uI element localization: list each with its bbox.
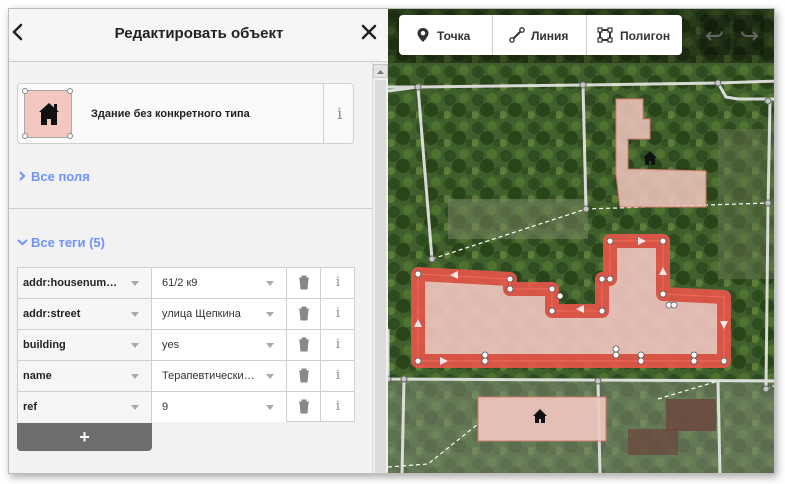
combo-caret-icon[interactable] — [131, 281, 139, 286]
add-point-button[interactable]: Точка — [399, 15, 492, 55]
add-feature-group: Точка Линия Полигон — [399, 15, 682, 55]
house-icon — [39, 103, 59, 125]
preset-icon — [22, 88, 73, 139]
delete-tag-button[interactable] — [287, 392, 321, 422]
map-toolbar: Точка Линия Полигон — [388, 9, 774, 63]
polygon-icon — [597, 27, 613, 43]
delete-tag-button[interactable] — [287, 268, 321, 298]
add-area-label: Полигон — [620, 29, 671, 43]
combo-caret-icon[interactable] — [131, 343, 139, 348]
trash-icon — [299, 306, 309, 321]
tag-value-field[interactable]: улица Щепкина — [152, 299, 287, 329]
redo-button[interactable] — [734, 15, 764, 55]
trash-icon — [299, 337, 309, 352]
tag-info-button[interactable]: i — [321, 330, 355, 360]
add-point-label: Точка — [437, 29, 471, 43]
tag-row: name Терапевтически… i — [17, 360, 355, 391]
trash-icon — [299, 275, 309, 290]
tag-row: addr:housenum… 61/2 к9 i — [17, 267, 355, 298]
undo-icon — [705, 31, 723, 41]
close-button[interactable] — [358, 21, 380, 43]
delete-tag-button[interactable] — [287, 361, 321, 391]
combo-caret-icon[interactable] — [266, 281, 274, 286]
tag-row: building yes i — [17, 329, 355, 360]
combo-caret-icon[interactable] — [131, 405, 139, 410]
tag-key-field[interactable]: addr:street — [18, 299, 152, 329]
triangle-up-icon — [377, 70, 384, 74]
header-divider — [9, 61, 389, 62]
tag-key-field[interactable]: addr:housenum… — [18, 268, 152, 298]
tag-key-field[interactable]: ref — [18, 392, 152, 422]
combo-caret-icon[interactable] — [131, 312, 139, 317]
tag-info-button[interactable]: i — [321, 392, 355, 422]
redo-icon — [741, 31, 759, 41]
line-icon — [509, 27, 525, 43]
combo-caret-icon[interactable] — [266, 343, 274, 348]
page-title: Редактировать объект — [114, 25, 284, 42]
map-canvas[interactable]: Точка Линия Полигон — [388, 9, 774, 473]
inspector-header: Редактировать объект — [9, 9, 389, 59]
combo-caret-icon[interactable] — [266, 374, 274, 379]
preset-name: Здание без конкретного типа — [91, 108, 250, 120]
add-line-button[interactable]: Линия — [493, 15, 586, 55]
preset-info-button[interactable]: i — [323, 84, 355, 143]
scroll-thumb[interactable] — [375, 80, 386, 473]
tag-row: ref 9 i — [17, 391, 355, 422]
scroll-up-button[interactable] — [373, 64, 388, 78]
delete-tag-button[interactable] — [287, 299, 321, 329]
all-fields-toggle[interactable]: Все поля — [17, 169, 90, 184]
all-tags-label: Все теги (5) — [31, 235, 105, 250]
tag-key-field[interactable]: building — [18, 330, 152, 360]
combo-caret-icon[interactable] — [266, 312, 274, 317]
tag-value-field[interactable]: 9 — [152, 392, 287, 422]
tag-key-field[interactable]: name — [18, 361, 152, 391]
add-line-label: Линия — [531, 29, 569, 43]
trash-icon — [299, 399, 309, 414]
delete-tag-button[interactable] — [287, 330, 321, 360]
tag-editor: addr:housenum… 61/2 к9 i addr:street ули… — [17, 267, 355, 422]
tag-info-button[interactable]: i — [321, 361, 355, 391]
chevron-right-icon — [17, 169, 31, 184]
satellite-imagery — [388, 9, 774, 473]
sidebar-scrollbar[interactable] — [372, 62, 388, 473]
tag-value-field[interactable]: Терапевтически… — [152, 361, 287, 391]
combo-caret-icon[interactable] — [131, 374, 139, 379]
combo-caret-icon[interactable] — [266, 405, 274, 410]
close-icon — [361, 24, 377, 40]
tag-info-button[interactable]: i — [321, 268, 355, 298]
tag-value-field[interactable]: yes — [152, 330, 287, 360]
add-tag-button[interactable]: + — [17, 423, 152, 451]
chevron-down-icon — [17, 235, 31, 250]
inspector-sidebar: Редактировать объект Здание без конкретн… — [9, 9, 389, 473]
map-pin-icon — [417, 28, 429, 42]
editor-window: Редактировать объект Здание без конкретн… — [8, 8, 775, 474]
add-area-button[interactable]: Полигон — [587, 15, 682, 55]
preset-selector[interactable]: Здание без конкретного типа i — [17, 83, 354, 144]
all-tags-toggle[interactable]: Все теги (5) — [17, 235, 105, 250]
trash-icon — [299, 368, 309, 383]
tag-value-field[interactable]: 61/2 к9 — [152, 268, 287, 298]
undo-button[interactable] — [700, 15, 730, 55]
all-fields-label: Все поля — [31, 169, 90, 184]
section-divider — [9, 208, 372, 209]
tag-row: addr:street улица Щепкина i — [17, 298, 355, 329]
tag-info-button[interactable]: i — [321, 299, 355, 329]
